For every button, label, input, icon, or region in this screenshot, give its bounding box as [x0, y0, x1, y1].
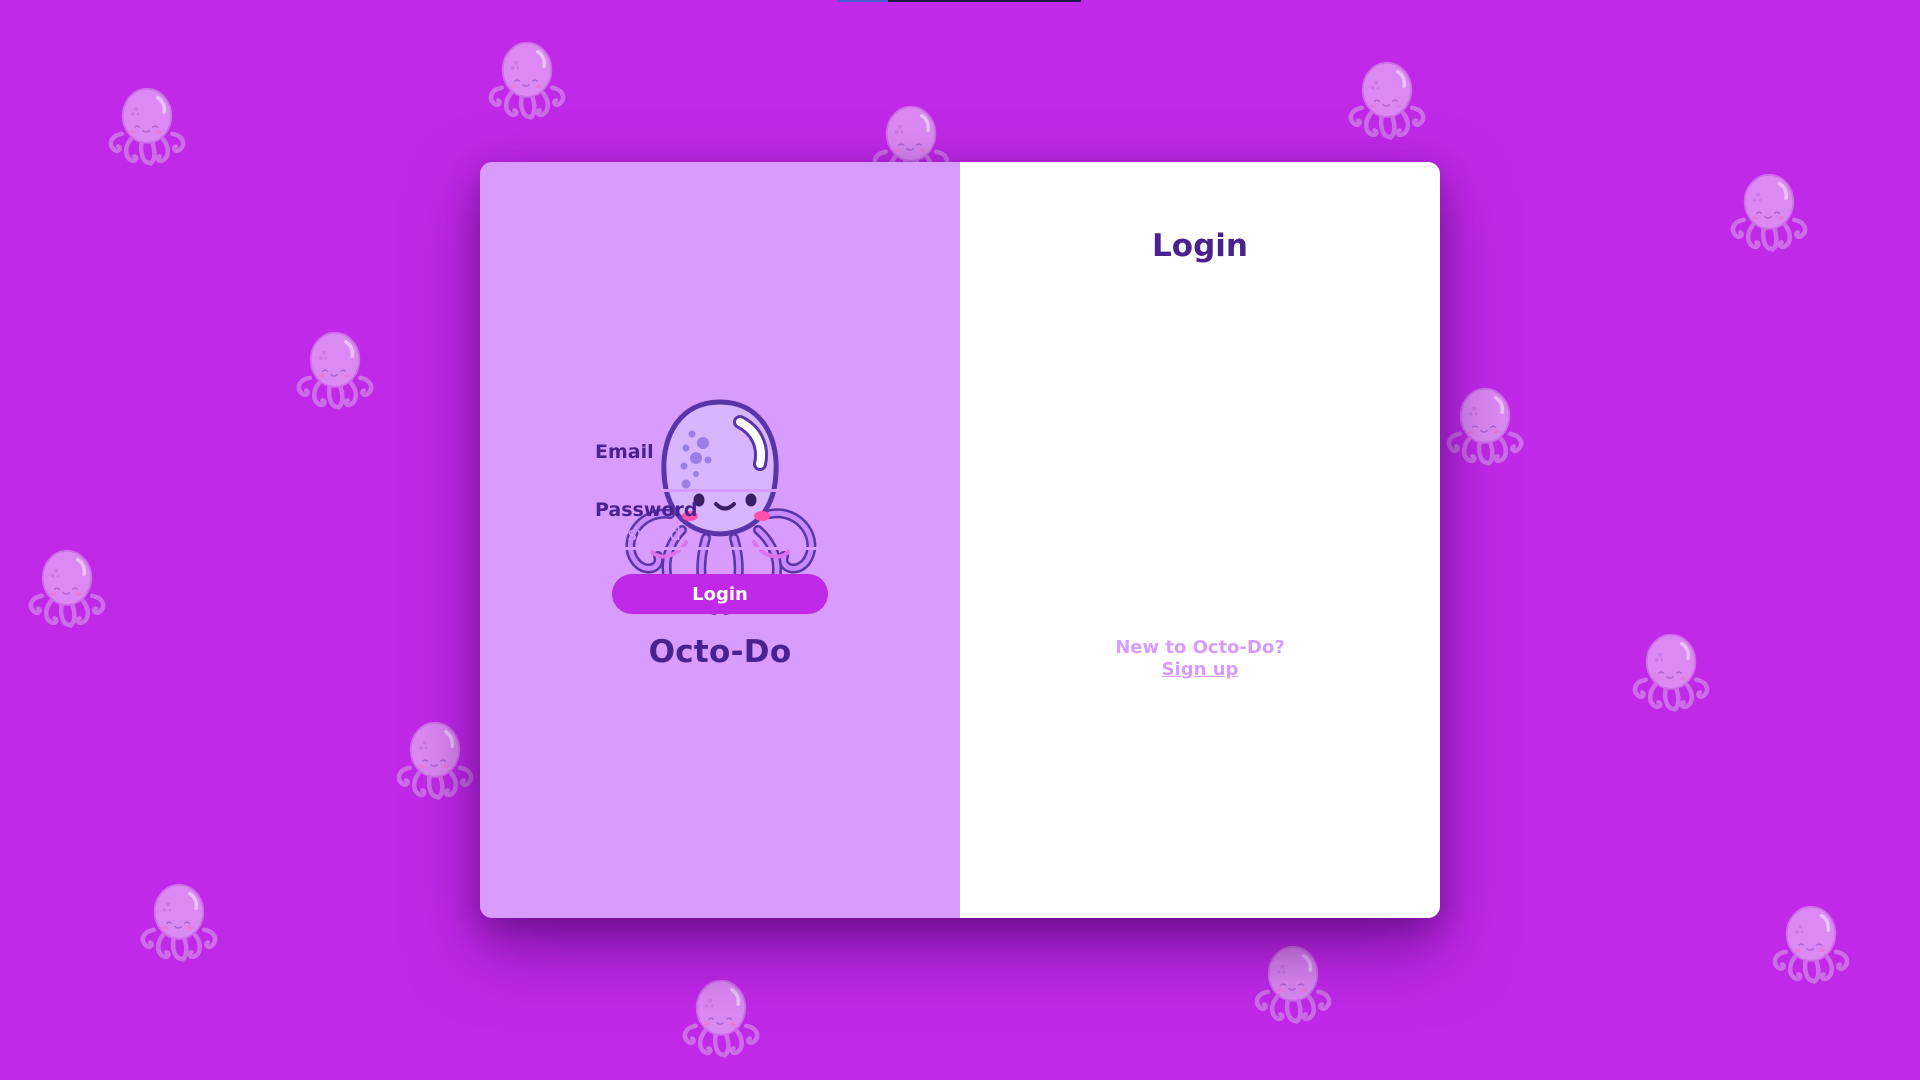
brand-name: Octo-Do [648, 634, 792, 670]
octopus-icon [22, 540, 112, 630]
octopus-icon [1766, 896, 1856, 986]
octopus-icon [482, 32, 572, 122]
octopus-icon [390, 712, 480, 802]
login-form: Login [960, 0, 1440, 1080]
octopus-icon [134, 874, 224, 964]
octopus-icon [102, 78, 192, 168]
login-button[interactable]: Login [612, 574, 828, 614]
email-field[interactable] [595, 464, 847, 492]
octopus-icon [1440, 378, 1530, 468]
octopus-icon [1626, 624, 1716, 714]
signup-link[interactable]: Sign up [1162, 659, 1239, 680]
top-progress-accent [838, 0, 888, 2]
password-label: Password [595, 499, 698, 521]
email-label: Email [595, 441, 654, 463]
octopus-icon [1724, 164, 1814, 254]
octopus-icon [290, 322, 380, 412]
password-field[interactable] [595, 522, 847, 550]
octopus-icon [676, 970, 766, 1060]
login-title: Login [1152, 228, 1248, 264]
